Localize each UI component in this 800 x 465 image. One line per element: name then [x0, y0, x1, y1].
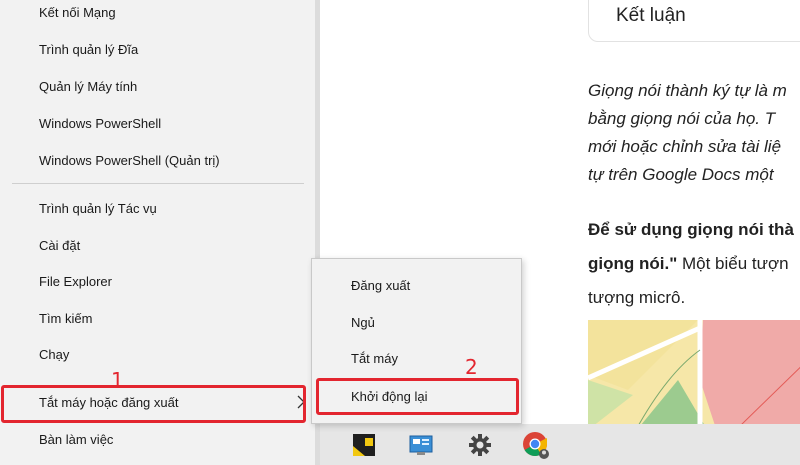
menu-item-run[interactable]: Chạy — [0, 336, 315, 372]
article-paragraph-1: Giọng nói thành ký tự là m bằng giọng nó… — [588, 77, 800, 189]
menu-item-disk-management[interactable]: Trình quản lý Đĩa — [0, 31, 315, 67]
menu-item-label: Windows PowerShell — [39, 115, 162, 131]
menu-item-label: File Explorer — [39, 273, 112, 289]
submenu-item-label: Ngủ — [351, 314, 375, 330]
paragraph-line: tượng micrô. — [588, 288, 686, 307]
annotation-box-step-2 — [316, 378, 519, 415]
menu-item-label: Chạy — [39, 346, 70, 362]
paragraph-line: mới hoặc chỉnh sửa tài liệ — [588, 137, 782, 156]
menu-item-desktop[interactable]: Bàn làm việc — [0, 421, 315, 457]
submenu-item-sign-out[interactable]: Đăng xuất — [312, 267, 521, 303]
paragraph-bold-text: giọng nói." — [588, 254, 678, 273]
paragraph-line: Giọng nói thành ký tự là m — [588, 81, 787, 100]
menu-item-task-manager[interactable]: Trình quản lý Tác vụ — [0, 190, 315, 226]
chrome-icon[interactable] — [521, 430, 551, 460]
menu-item-label: Tìm kiếm — [39, 310, 93, 326]
control-panel-icon[interactable] — [408, 432, 434, 458]
paragraph-line: bằng giọng nói của họ. T — [588, 109, 776, 128]
menu-item-search[interactable]: Tìm kiếm — [0, 300, 315, 336]
settings-gear-icon[interactable] — [467, 432, 493, 458]
menu-item-network-connections[interactable]: Kết nối Mạng — [0, 0, 315, 30]
paragraph-text: Một biểu tượn — [677, 254, 789, 273]
annotation-number-1: 1 — [111, 368, 124, 392]
article-paragraph-2: Để sử dụng giọng nói thà giọng nói." Một… — [588, 213, 800, 315]
toc-card[interactable]: Kết luận — [588, 0, 800, 42]
submenu-item-sleep[interactable]: Ngủ — [312, 304, 521, 340]
menu-item-label: Kết nối Mạng — [39, 4, 116, 20]
menu-item-label: Bàn làm việc — [39, 431, 114, 447]
menu-item-label: Trình quản lý Đĩa — [39, 41, 139, 57]
submenu-item-shut-down[interactable]: Tắt máy — [312, 340, 521, 376]
paragraph-line-bold: Để sử dụng giọng nói thà — [588, 220, 794, 239]
menu-item-settings[interactable]: Cài đặt — [0, 227, 315, 263]
annotation-box-step-1 — [1, 385, 306, 423]
menu-item-label: Windows PowerShell (Quản trị) — [39, 152, 220, 168]
menu-separator — [12, 183, 304, 184]
taskbar — [320, 424, 800, 465]
submenu-item-label: Tắt máy — [351, 350, 398, 366]
menu-item-powershell[interactable]: Windows PowerShell — [0, 105, 315, 141]
sticky-notes-icon[interactable] — [351, 432, 377, 458]
toc-title: Kết luận — [616, 5, 686, 26]
paragraph-line: tự trên Google Docs một — [588, 165, 774, 184]
submenu-item-label: Đăng xuất — [351, 277, 411, 293]
menu-item-computer-management[interactable]: Quản lý Máy tính — [0, 68, 315, 104]
menu-item-label: Quản lý Máy tính — [39, 78, 138, 94]
menu-item-file-explorer[interactable]: File Explorer — [0, 263, 315, 299]
menu-item-label: Cài đặt — [39, 237, 81, 253]
menu-item-powershell-admin[interactable]: Windows PowerShell (Quản trị) — [0, 142, 315, 178]
menu-item-label: Trình quản lý Tác vụ — [39, 200, 157, 216]
annotation-number-2: 2 — [465, 355, 478, 379]
